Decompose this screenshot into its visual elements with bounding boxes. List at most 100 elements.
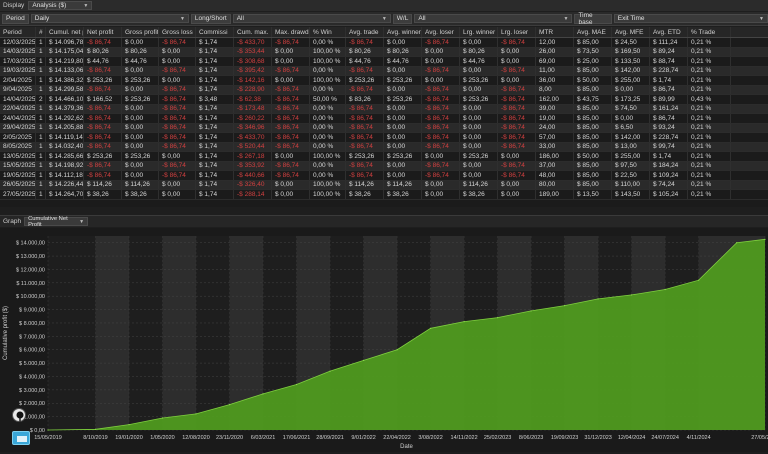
table-cell: $ 0,00 (272, 180, 310, 189)
pin-icon[interactable] (12, 408, 26, 422)
table-row[interactable]: 22/04/2025 1 $ 14.379,36 -$ 86,74 $ 0,00 -$ 8… (0, 104, 768, 114)
table-row[interactable]: 13/05/2025 1 $ 14.285,66 $ 253,26 $ 253,26 $ … (0, 152, 768, 162)
table-row[interactable]: 17/03/2025 1 $ 14.219,80 $ 44,76 $ 44,76 $ 0,… (0, 57, 768, 67)
table-cell: $ 228,74 (650, 66, 688, 75)
table-cell: $ 80,26 (346, 47, 384, 56)
table-cell: $ 0,00 (460, 142, 498, 151)
table-cell: $ 74,24 (650, 180, 688, 189)
table-cell: -$ 86,74 (422, 171, 460, 180)
table-cell: $ 0,00 (122, 123, 159, 132)
column-header[interactable]: Cum. max. (234, 27, 272, 37)
column-header[interactable]: MTR (536, 27, 574, 37)
data-point (363, 359, 365, 361)
table-cell: $ 83,26 (346, 95, 384, 104)
table-cell: $ 173,25 (612, 95, 650, 104)
column-header[interactable]: % Trade (688, 27, 731, 37)
table-cell: -$ 86,74 (346, 38, 384, 47)
longshort-label: Long/Short (190, 13, 231, 24)
column-header[interactable]: Max. drawd (272, 27, 310, 37)
y-tick-label: $ 6.000,00 (19, 348, 45, 354)
column-header[interactable]: Lrg. loser (498, 27, 536, 37)
table-cell: 17/03/2025 (0, 57, 36, 66)
table-cell: $ 1,74 (196, 47, 234, 56)
table-cell: $ 88,74 (650, 57, 688, 66)
column-header[interactable]: Avg. loser (422, 27, 460, 37)
column-header[interactable]: # (36, 27, 46, 37)
table-cell: $ 114,26 (84, 180, 122, 189)
display-select[interactable]: Analysis ($) ▼ (28, 1, 93, 10)
graph-type-select[interactable]: Cumulative Net Profit ▼ (24, 216, 89, 228)
column-header[interactable]: Net profit (84, 27, 122, 37)
column-header[interactable]: % Win (310, 27, 346, 37)
table-cell: -$ 86,74 (84, 142, 122, 151)
table-cell: $ 1,74 (196, 38, 234, 47)
table-row[interactable]: 2/04/2025 1 $ 14.386,32 $ 253,26 $ 253,26 $ 0… (0, 76, 768, 86)
table-cell: 0,21 % (688, 190, 731, 199)
table-cell: -$ 86,74 (272, 142, 310, 151)
table-cell: 14/04/2025 (0, 95, 36, 104)
table-cell: 1 (36, 190, 46, 199)
data-point (463, 321, 465, 323)
table-row[interactable]: 27/05/2025 1 $ 14.264,70 $ 38,26 $ 38,26 $ 0,… (0, 190, 768, 200)
table-cell: $ 86,74 (650, 85, 688, 94)
table-cell: 100,00 % (310, 57, 346, 66)
table-cell: -$ 86,74 (159, 171, 196, 180)
x-tick-label: 8/10/2019 (83, 435, 107, 441)
table-row[interactable]: 19/03/2025 1 $ 14.133,06 -$ 86,74 $ 0,00 -$ 8… (0, 66, 768, 76)
table-cell: -$ 86,74 (422, 38, 460, 47)
table-cell: -$ 86,74 (422, 123, 460, 132)
column-header[interactable]: Avg. ETD (650, 27, 688, 37)
table-row[interactable]: 14/04/2025 2 $ 14.466,10 $ 166,52 $ 253,26 -$… (0, 95, 768, 105)
graph-bar: Graph Cumulative Net Profit ▼ (0, 215, 768, 228)
table-cell: $ 14.119,14 (46, 133, 84, 142)
table-row[interactable]: 29/04/2025 1 $ 14.205,88 -$ 86,74 $ 0,00 -$ 8… (0, 123, 768, 133)
table-cell: -$ 86,74 (346, 161, 384, 170)
table-row[interactable]: 14/03/2025 1 $ 14.175,04 $ 80,26 $ 80,26 $ 0,… (0, 47, 768, 57)
column-header[interactable]: Gross loss (159, 27, 196, 37)
x-tick-label: 12/08/2020 (182, 435, 210, 441)
table-row[interactable]: 2/05/2025 1 $ 14.119,14 -$ 86,74 $ 0,00 -$ 86… (0, 133, 768, 143)
table-row[interactable]: 24/04/2025 1 $ 14.292,62 -$ 86,74 $ 0,00 -$ 8… (0, 114, 768, 124)
y-tick-label: $ 12.000,00 (16, 267, 45, 273)
table-cell: $ 0,00 (384, 142, 422, 151)
table-cell: 0,21 % (688, 104, 731, 113)
table-row[interactable]: 19/05/2025 1 $ 14.112,18 -$ 86,74 $ 0,00 -$ 8… (0, 171, 768, 181)
table-cell: -$ 86,74 (422, 114, 460, 123)
data-point (664, 288, 666, 291)
column-header[interactable]: Commissi (196, 27, 234, 37)
table-cell: -$ 308,68 (234, 57, 272, 66)
table-cell: -$ 86,74 (422, 66, 460, 75)
data-point (47, 429, 49, 431)
table-cell: $ 0,00 (384, 171, 422, 180)
cumulative-profit-chart: $ 0,00 $ 1.000,00 $ 2.000,00 $ 3.000,00 $ 4.… (0, 228, 768, 452)
data-point (228, 404, 231, 406)
table-row[interactable]: 12/03/2025 1 $ 14.096,78 -$ 86,74 $ 0,00 -$ 8… (0, 38, 768, 48)
period-select[interactable]: Daily ▼ (30, 14, 189, 23)
table-row[interactable]: 26/05/2025 1 $ 14.226,44 $ 114,26 $ 114,26 $ … (0, 180, 768, 190)
column-header[interactable]: Avg. trade (346, 27, 384, 37)
column-header[interactable]: Avg. MFE (612, 27, 650, 37)
x-tick-label: 31/12/2023 (584, 435, 612, 441)
table-cell: $ 0,00 (384, 114, 422, 123)
wl-select[interactable]: All ▼ (414, 14, 573, 23)
x-tick-label: 9/01/2022 (351, 435, 375, 441)
table-cell: $ 50,00 (574, 152, 612, 161)
screenshot-icon[interactable] (12, 431, 30, 445)
table-cell: $ 253,26 (346, 152, 384, 161)
timebase-select[interactable]: Exit Time ▼ (613, 14, 768, 23)
column-header[interactable]: Cumul. net p (46, 27, 84, 37)
column-header[interactable]: Avg. winner (384, 27, 422, 37)
chevron-down-icon: ▼ (79, 218, 85, 225)
table-cell: $ 85,00 (574, 85, 612, 94)
table-row[interactable]: 9/04/2025 1 $ 14.299,58 -$ 86,74 $ 0,00 -$ 86… (0, 85, 768, 95)
table-cell: 0,21 % (688, 123, 731, 132)
table-cell: 26/05/2025 (0, 180, 36, 189)
column-header[interactable]: Gross profit (122, 27, 159, 37)
longshort-select[interactable]: All ▼ (232, 14, 391, 23)
table-cell: 19/03/2025 (0, 66, 36, 75)
table-row[interactable]: 15/05/2025 1 $ 14.198,92 -$ 86,74 $ 0,00 -$ 8… (0, 161, 768, 171)
column-header[interactable]: Avg. MAE (574, 27, 612, 37)
table-row[interactable]: 8/05/2025 1 $ 14.032,40 -$ 86,74 $ 0,00 -$ 86… (0, 142, 768, 152)
column-header[interactable]: Lrg. winner (460, 27, 498, 37)
column-header[interactable]: Period (0, 27, 36, 37)
